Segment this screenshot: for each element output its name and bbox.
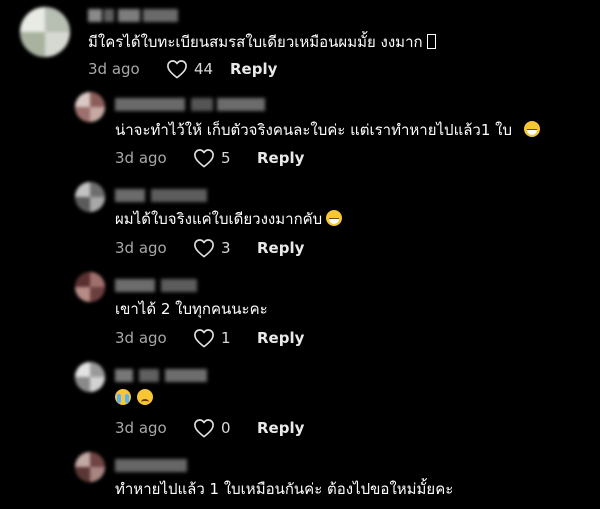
comment-text [115, 388, 153, 408]
reply-item: เขาได้ 2 ใบทุกคนนะคะ 3d ago 1 Reply [0, 268, 600, 358]
loudly-crying-face-icon [115, 389, 131, 405]
comment-meta: 3d ago 0 Reply [115, 417, 304, 439]
username-redacted[interactable] [115, 459, 187, 472]
reply-item: ทำหายไปแล้ว 1 ใบเหมือนกันค่ะ ต้องไปขอใหม… [0, 448, 600, 509]
heart-outline-icon [194, 329, 214, 348]
reply-item: น่าจะทำไว้ให้ เก็บตัวจริงคนละใบค่ะ แต่เร… [0, 88, 600, 178]
comment-item: มีใครได้ใบทะเบียนสมรสใบเดียวเหมือนผมมั้ย… [0, 0, 600, 90]
username-redacted[interactable] [115, 189, 207, 202]
reply-item: 3d ago 0 Reply [0, 358, 600, 448]
username-redacted[interactable] [115, 98, 265, 111]
reply-button[interactable]: Reply [230, 60, 277, 78]
like-count: 1 [221, 329, 231, 347]
grinning-face-icon [326, 210, 343, 226]
comment-text: เขาได้ 2 ใบทุกคนนะคะ [115, 300, 268, 318]
comment-meta: 3d ago 1 Reply [115, 327, 304, 349]
avatar[interactable] [75, 182, 105, 212]
avatar[interactable] [75, 362, 105, 392]
comment-thread: มีใครได้ใบทะเบียนสมรสใบเดียวเหมือนผมมั้ย… [0, 0, 600, 509]
avatar[interactable] [75, 272, 105, 302]
username-redacted[interactable] [88, 9, 178, 22]
like-button[interactable]: 44 [166, 59, 228, 79]
sad-face-icon [137, 389, 153, 405]
reply-button[interactable]: Reply [257, 149, 304, 167]
heart-outline-icon [194, 149, 214, 168]
like-button[interactable]: 3 [193, 238, 255, 258]
like-button[interactable]: 5 [193, 148, 255, 168]
grinning-face-icon [524, 121, 541, 137]
comment-date: 3d ago [88, 60, 140, 78]
comment-text: มีใครได้ใบทะเบียนสมรสใบเดียวเหมือนผมมั้ย… [88, 32, 436, 52]
like-count: 5 [221, 149, 231, 167]
missing-glyph-icon [426, 34, 436, 49]
avatar[interactable] [20, 7, 70, 57]
comment-text: ทำหายไปแล้ว 1 ใบเหมือนกันค่ะ ต้องไปขอใหม… [115, 480, 454, 498]
reply-item: ผมได้ใบจริงแค่ใบเดียวงงมากคับ 3d ago 3 R… [0, 178, 600, 268]
like-button[interactable]: 0 [193, 418, 255, 438]
comment-text: น่าจะทำไว้ให้ เก็บตัวจริงคนละใบค่ะ แต่เร… [115, 120, 541, 140]
like-button[interactable]: 1 [193, 328, 255, 348]
reply-button[interactable]: Reply [257, 239, 304, 257]
like-count: 3 [221, 239, 231, 257]
heart-outline-icon [167, 60, 187, 79]
comment-meta: 3d ago 3 Reply [115, 237, 304, 259]
comment-date: 3d ago [115, 419, 167, 437]
heart-outline-icon [194, 419, 214, 438]
comment-date: 3d ago [115, 149, 167, 167]
comment-meta: 3d ago 44 Reply [88, 58, 277, 80]
reply-button[interactable]: Reply [257, 329, 304, 347]
username-redacted[interactable] [115, 369, 207, 382]
avatar[interactable] [75, 452, 105, 482]
comment-text: ผมได้ใบจริงแค่ใบเดียวงงมากคับ [115, 209, 343, 229]
comment-date: 3d ago [115, 329, 167, 347]
avatar[interactable] [75, 92, 105, 122]
like-count: 0 [221, 419, 231, 437]
like-count: 44 [194, 60, 214, 78]
comment-meta: 3d ago 5 Reply [115, 147, 304, 169]
username-redacted[interactable] [115, 279, 197, 292]
reply-button[interactable]: Reply [257, 419, 304, 437]
comment-date: 3d ago [115, 239, 167, 257]
heart-outline-icon [194, 239, 214, 258]
